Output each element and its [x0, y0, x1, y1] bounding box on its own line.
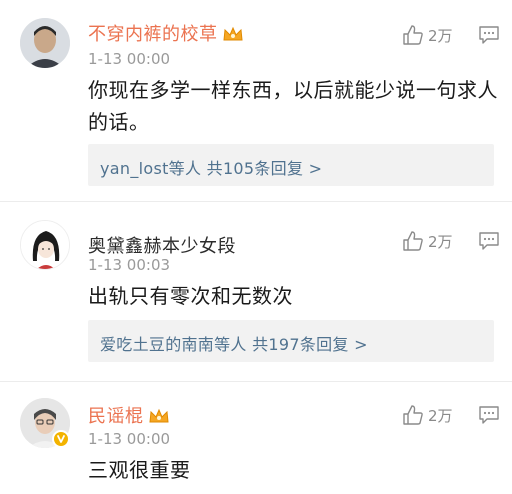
comment-time: 1-13 00:03	[88, 256, 171, 274]
comment-bubble-icon	[479, 406, 499, 424]
vip-crown-icon	[148, 407, 170, 425]
comment-bubble-icon	[479, 232, 499, 250]
like-count: 2万	[428, 406, 453, 425]
reply-button[interactable]	[478, 25, 500, 45]
comment-text: 你现在多学一样东西，以后就能少说一句求人的话。	[88, 78, 498, 134]
verified-v-icon	[52, 430, 70, 448]
user-avatar-illustration	[21, 221, 69, 269]
reply-summary-link[interactable]: yan_lost等人 共105条回复 >	[100, 155, 322, 179]
username[interactable]: 不穿内裤的校草	[88, 20, 244, 46]
comment-item: 奥黛鑫赫本少女段 1-13 00:03 2万 出轨只有零次和无数次 爱吃土豆的南…	[0, 202, 512, 380]
reply-summary-link[interactable]: 爱吃土豆的南南等人 共197条回复 >	[100, 331, 368, 355]
like-button[interactable]: 2万	[402, 24, 453, 46]
comment-time: 1-13 00:00	[88, 430, 171, 448]
comment-item: 民谣棍 1-13 00:00 2万 三观很重要	[0, 382, 512, 494]
comment-text: 出轨只有零次和无数次	[88, 284, 293, 308]
reply-button[interactable]	[478, 231, 500, 251]
comment-item: 不穿内裤的校草 1-13 00:00 2万 你现在多学一样东西，以后就能少说一句…	[0, 0, 512, 192]
thumbs-up-icon	[403, 405, 423, 425]
vip-crown-icon	[222, 25, 244, 43]
thumbs-up-icon	[403, 25, 423, 45]
like-button[interactable]: 2万	[402, 404, 453, 426]
comment-time: 1-13 00:00	[88, 50, 171, 68]
reply-summary[interactable]: 爱吃土豆的南南等人 共197条回复 >	[88, 320, 494, 362]
like-count: 2万	[428, 26, 453, 45]
user-avatar-photo	[20, 18, 70, 68]
comment-text: 三观很重要	[88, 458, 191, 482]
like-count: 2万	[428, 232, 453, 251]
username[interactable]: 奥黛鑫赫本少女段	[88, 232, 236, 258]
reply-button[interactable]	[478, 405, 500, 425]
avatar[interactable]	[20, 18, 70, 68]
thumbs-up-icon	[403, 231, 423, 251]
like-button[interactable]: 2万	[402, 230, 453, 252]
avatar[interactable]	[20, 220, 70, 270]
comment-bubble-icon	[479, 26, 499, 44]
reply-summary[interactable]: yan_lost等人 共105条回复 >	[88, 144, 494, 186]
username[interactable]: 民谣棍	[88, 402, 170, 428]
